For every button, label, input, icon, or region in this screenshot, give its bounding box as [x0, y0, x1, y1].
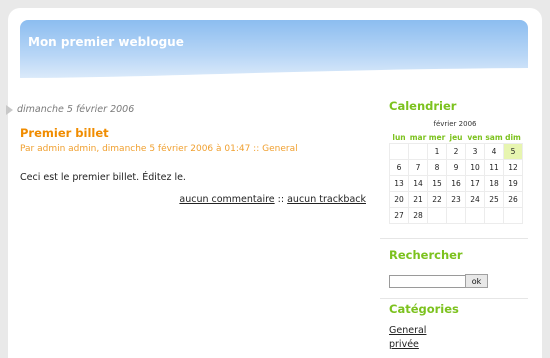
- calendar-day: 5: [503, 143, 523, 160]
- search-input[interactable]: [389, 275, 473, 288]
- calendar-day: 2: [446, 143, 466, 160]
- search-ok-button[interactable]: ok: [465, 274, 488, 288]
- calendar-day: 28: [408, 207, 428, 224]
- page: Mon premier weblogue dimanche 5 février …: [6, 8, 542, 358]
- calendar-day: 7: [408, 159, 428, 176]
- banner-wave-graphic: [20, 68, 528, 84]
- calendar-week-row: 6 7 8 9 10 11 12: [389, 159, 523, 176]
- calendar-day: 21: [408, 191, 428, 208]
- calendar-day: 12: [503, 159, 523, 176]
- calendar-day: 26: [503, 191, 523, 208]
- search-heading: Rechercher: [389, 248, 463, 262]
- calendar-day: 16: [446, 175, 466, 192]
- calendar-day: 3: [465, 143, 485, 160]
- calendar-weekday: lun: [392, 132, 406, 142]
- calendar-day: 17: [465, 175, 485, 192]
- calendar-weekday-row: lun mar mer jeu ven sam dim: [390, 131, 523, 144]
- calendar-empty-cell: [503, 207, 523, 224]
- calendar-weekday: mer: [428, 132, 446, 142]
- sidebar-divider: [380, 298, 528, 299]
- calendar-empty-cell: [446, 207, 466, 224]
- post-meta: Par admin admin, dimanche 5 février 2006…: [20, 144, 298, 154]
- calendar-day: 8: [427, 159, 447, 176]
- calendar-day: 15: [427, 175, 447, 192]
- sidebar: Calendrier février 2006 lun mar mer jeu ven s…: [380, 86, 530, 358]
- post-date: dimanche 5 février 2006: [17, 104, 135, 115]
- calendar-empty-cell: [465, 207, 485, 224]
- calendar-day: 20: [389, 191, 409, 208]
- calendar-day: 14: [408, 175, 428, 192]
- calendar-empty-cell: [408, 143, 428, 160]
- calendar-weekday: mar: [409, 132, 427, 142]
- header-banner: Mon premier weblogue: [20, 20, 528, 84]
- post-footer: aucun commentaire :: aucun trackback: [179, 194, 366, 205]
- calendar-empty-cell: [389, 143, 409, 160]
- trackback-link[interactable]: aucun trackback: [287, 194, 366, 205]
- calendar-body: 1 2 3 4 5 6 7 8 9 10 11 12 13 14 15 16 17 18 19 20 21 22 23 24 2…: [389, 143, 523, 224]
- sidebar-divider: [380, 238, 528, 239]
- calendar-weekday: jeu: [449, 132, 463, 142]
- calendar-day: 11: [484, 159, 504, 176]
- site-title[interactable]: Mon premier weblogue: [28, 35, 184, 49]
- calendar-weekday: dim: [505, 132, 521, 142]
- calendar-day: 19: [503, 175, 523, 192]
- calendar-day: 1: [427, 143, 447, 160]
- calendar-day: 22: [427, 191, 447, 208]
- calendar-weekday: ven: [467, 132, 483, 142]
- calendar-day: 23: [446, 191, 466, 208]
- calendar-heading: Calendrier: [389, 99, 457, 113]
- footer-separator: ::: [277, 194, 285, 205]
- calendar-week-row: 13 14 15 16 17 18 19: [389, 175, 523, 192]
- category-link-general[interactable]: General: [389, 325, 426, 336]
- calendar-day: 27: [389, 207, 409, 224]
- calendar-week-row: 20 21 22 23 24 25 26: [389, 191, 523, 208]
- calendar-day: 4: [484, 143, 504, 160]
- calendar-day: 13: [389, 175, 409, 192]
- date-arrow-icon: [6, 105, 13, 115]
- calendar-week-row: 12345: [389, 143, 523, 160]
- calendar-day: 9: [446, 159, 466, 176]
- calendar-day: 25: [484, 191, 504, 208]
- calendar-week-row: 27 28: [389, 207, 523, 224]
- calendar-empty-cell: [484, 207, 504, 224]
- calendar-empty-cell: [427, 207, 447, 224]
- comments-link[interactable]: aucun commentaire: [179, 194, 274, 205]
- categories-heading: Catégories: [389, 302, 459, 316]
- calendar-day: 18: [484, 175, 504, 192]
- category-link-privee[interactable]: privée: [389, 339, 419, 350]
- post-title[interactable]: Premier billet: [20, 126, 109, 140]
- calendar-weekday: sam: [485, 132, 503, 142]
- calendar-caption: février 2006: [433, 120, 477, 128]
- calendar-day: 6: [389, 159, 409, 176]
- calendar-day: 10: [465, 159, 485, 176]
- calendar-table: lun mar mer jeu ven sam dim 1 2 3 4 5 6 7 8 9 10 11 12 13 1…: [389, 131, 523, 224]
- calendar-day: 24: [465, 191, 485, 208]
- post-body: Ceci est le premier billet. Éditez le.: [20, 172, 186, 183]
